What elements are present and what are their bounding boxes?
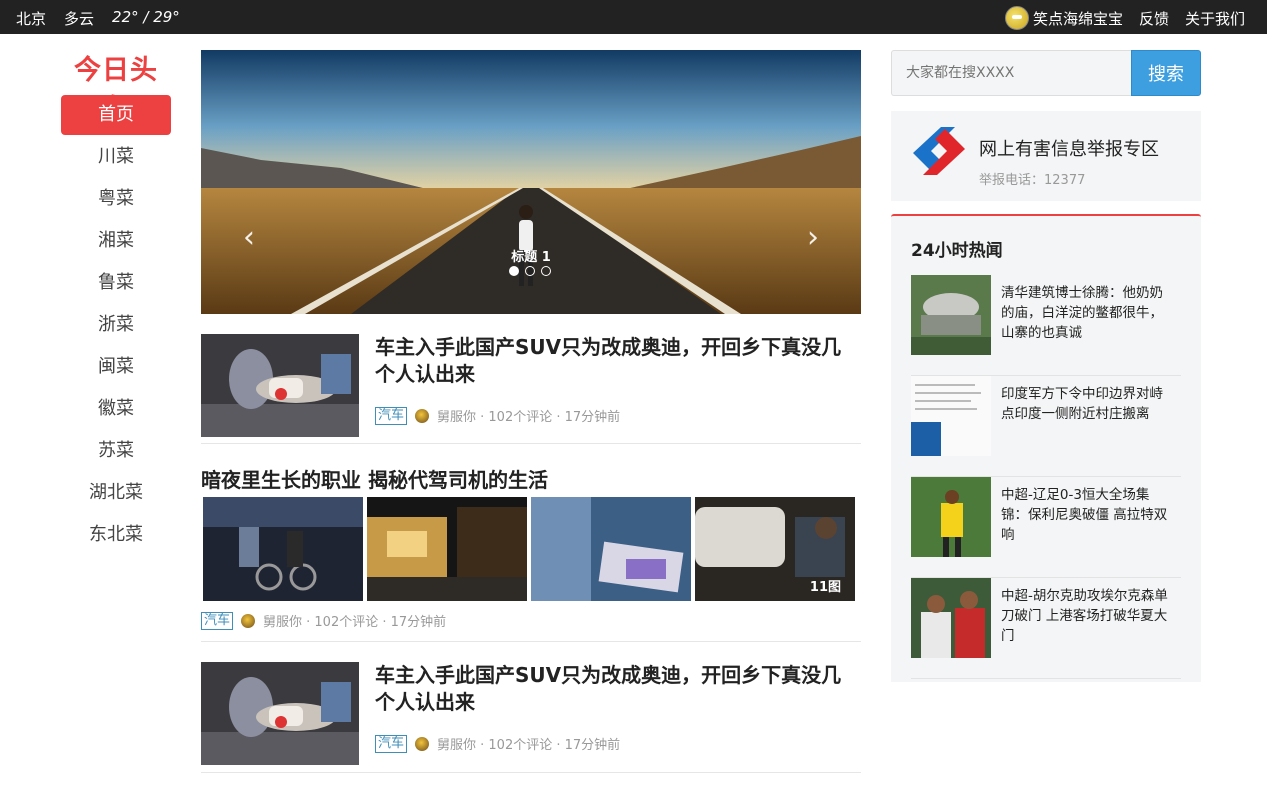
news-meta-text: 舅服你 · 102个评论 · 17分钟前 xyxy=(437,410,621,425)
image-count-badge: 11图 xyxy=(809,580,841,595)
hot-news-item[interactable]: 清华建筑博士徐腾：他奶奶的庙，白洋淀的鳖都很牛，山寨的也真诚 xyxy=(911,275,1181,376)
carousel-dot-2[interactable] xyxy=(525,266,535,276)
temperature: 22° / 29° xyxy=(112,8,180,26)
hot-news-thumbnail[interactable] xyxy=(911,578,991,658)
hot-news-title[interactable]: 印度军方下令中印边界对峙点印度一侧附近村庄搬离 xyxy=(1001,384,1176,424)
author-avatar[interactable] xyxy=(415,736,430,751)
nav-item-cantonese[interactable]: 粤菜 xyxy=(61,179,171,221)
nav-item-jiangsu[interactable]: 苏菜 xyxy=(61,431,171,473)
nav-item-northeast[interactable]: 东北菜 xyxy=(61,515,171,557)
gallery-image-3[interactable] xyxy=(531,497,691,601)
author-avatar[interactable] xyxy=(241,613,256,628)
report-title[interactable]: 网上有害信息举报专区 xyxy=(979,135,1159,161)
author-avatar[interactable] xyxy=(415,408,430,423)
search-button[interactable]: 搜索 xyxy=(1131,50,1201,96)
category-tag[interactable]: 汽车 xyxy=(375,406,408,425)
hot-news-heading: 24小时热闻 xyxy=(911,241,1003,261)
hot-news-thumbnail[interactable] xyxy=(911,376,991,456)
hot-news-item[interactable]: 印度军方下令中印边界对峙点印度一侧附近村庄搬离 xyxy=(911,376,1181,477)
nav-item-fujian[interactable]: 闽菜 xyxy=(61,347,171,389)
category-nav: 首页 川菜 粤菜 湘菜 鲁菜 浙菜 闽菜 徽菜 苏菜 湖北菜 东北菜 xyxy=(61,95,171,557)
nav-item-hunan[interactable]: 湘菜 xyxy=(61,221,171,263)
feedback-link[interactable]: 反馈 xyxy=(1139,8,1169,29)
nav-item-zhejiang[interactable]: 浙菜 xyxy=(61,305,171,347)
hero-carousel[interactable]: ‹ › 标题 1 xyxy=(201,50,861,314)
hot-news-thumbnail[interactable] xyxy=(911,275,991,355)
news-title[interactable]: 车主入手此国产SUV只为改成奥迪，开回乡下真没几个人认出来 xyxy=(375,662,861,716)
news-thumbnail[interactable] xyxy=(201,334,359,437)
about-link[interactable]: 关于我们 xyxy=(1185,8,1245,29)
gallery-meta: 汽车 舅服你 · 102个评论 · 17分钟前 xyxy=(201,611,446,630)
carousel-dots xyxy=(509,266,551,276)
category-tag[interactable]: 汽车 xyxy=(201,611,234,630)
hot-news-title[interactable]: 中超-辽足0-3恒大全场集锦：保利尼奥破僵 高拉特双响 xyxy=(1001,485,1176,545)
hot-news-title[interactable]: 清华建筑博士徐腾：他奶奶的庙，白洋淀的鳖都很牛，山寨的也真诚 xyxy=(1001,283,1176,343)
city[interactable]: 北京 xyxy=(16,8,46,29)
report-panel[interactable]: 网上有害信息举报专区 举报电话：12377 xyxy=(891,111,1201,201)
report-phone: 举报电话：12377 xyxy=(979,173,1086,188)
carousel-dot-3[interactable] xyxy=(541,266,551,276)
hot-news-panel: 24小时热闻 清华建筑博士徐腾：他奶奶的庙，白洋淀的鳖都很牛，山寨的也真诚 印度… xyxy=(891,214,1201,682)
nav-item-shandong[interactable]: 鲁菜 xyxy=(61,263,171,305)
news-meta-text: 舅服你 · 102个评论 · 17分钟前 xyxy=(437,738,621,753)
search-input[interactable] xyxy=(891,50,1132,96)
hot-news-title[interactable]: 中超-胡尔克助攻埃尔克森单刀破门 上港客场打破华夏大门 xyxy=(1001,586,1176,646)
news-item[interactable]: 车主入手此国产SUV只为改成奥迪，开回乡下真没几个人认出来 汽车 舅服你 · 1… xyxy=(201,662,861,773)
nav-item-hubei[interactable]: 湖北菜 xyxy=(61,473,171,515)
top-bar: 北京 多云 22° / 29° 笑点海绵宝宝 反馈 关于我们 xyxy=(0,0,1267,34)
user-menu[interactable]: 笑点海绵宝宝 xyxy=(1004,6,1123,30)
carousel-dot-1[interactable] xyxy=(509,266,519,276)
news-meta: 汽车 舅服你 · 102个评论 · 17分钟前 xyxy=(375,406,620,425)
gallery-image-2[interactable] xyxy=(367,497,527,601)
carousel-caption: 标题 1 xyxy=(511,250,551,265)
gallery-news-item[interactable]: 暗夜里生长的职业 揭秘代驾司机的生活 11图 汽车 舅服你 · 102个评论 ·… xyxy=(201,464,861,642)
gallery-title[interactable]: 暗夜里生长的职业 揭秘代驾司机的生活 xyxy=(201,464,861,494)
avatar[interactable] xyxy=(1004,6,1029,30)
category-tag[interactable]: 汽车 xyxy=(375,734,408,753)
gallery-image-4[interactable]: 11图 xyxy=(695,497,855,601)
gallery-meta-text: 舅服你 · 102个评论 · 17分钟前 xyxy=(263,615,447,630)
search-box: 搜索 xyxy=(891,50,1201,96)
nav-item-sichuan[interactable]: 川菜 xyxy=(61,137,171,179)
hot-news-item[interactable]: 中超-辽足0-3恒大全场集锦：保利尼奥破僵 高拉特双响 xyxy=(911,477,1181,578)
hot-news-thumbnail[interactable] xyxy=(911,477,991,557)
news-title[interactable]: 车主入手此国产SUV只为改成奥迪，开回乡下真没几个人认出来 xyxy=(375,334,861,388)
news-meta: 汽车 舅服你 · 102个评论 · 17分钟前 xyxy=(375,734,620,753)
news-item[interactable]: 车主入手此国产SUV只为改成奥迪，开回乡下真没几个人认出来 汽车 舅服你 · 1… xyxy=(201,334,861,444)
nav-item-anhui[interactable]: 徽菜 xyxy=(61,389,171,431)
username[interactable]: 笑点海绵宝宝 xyxy=(1033,8,1123,29)
news-thumbnail[interactable] xyxy=(201,662,359,765)
nav-item-home[interactable]: 首页 xyxy=(61,95,171,135)
report-logo-icon xyxy=(913,127,965,175)
weather: 多云 xyxy=(64,10,95,28)
gallery-image-1[interactable] xyxy=(203,497,363,601)
hot-news-item[interactable]: 中超-胡尔克助攻埃尔克森单刀破门 上港客场打破华夏大门 xyxy=(911,578,1181,679)
